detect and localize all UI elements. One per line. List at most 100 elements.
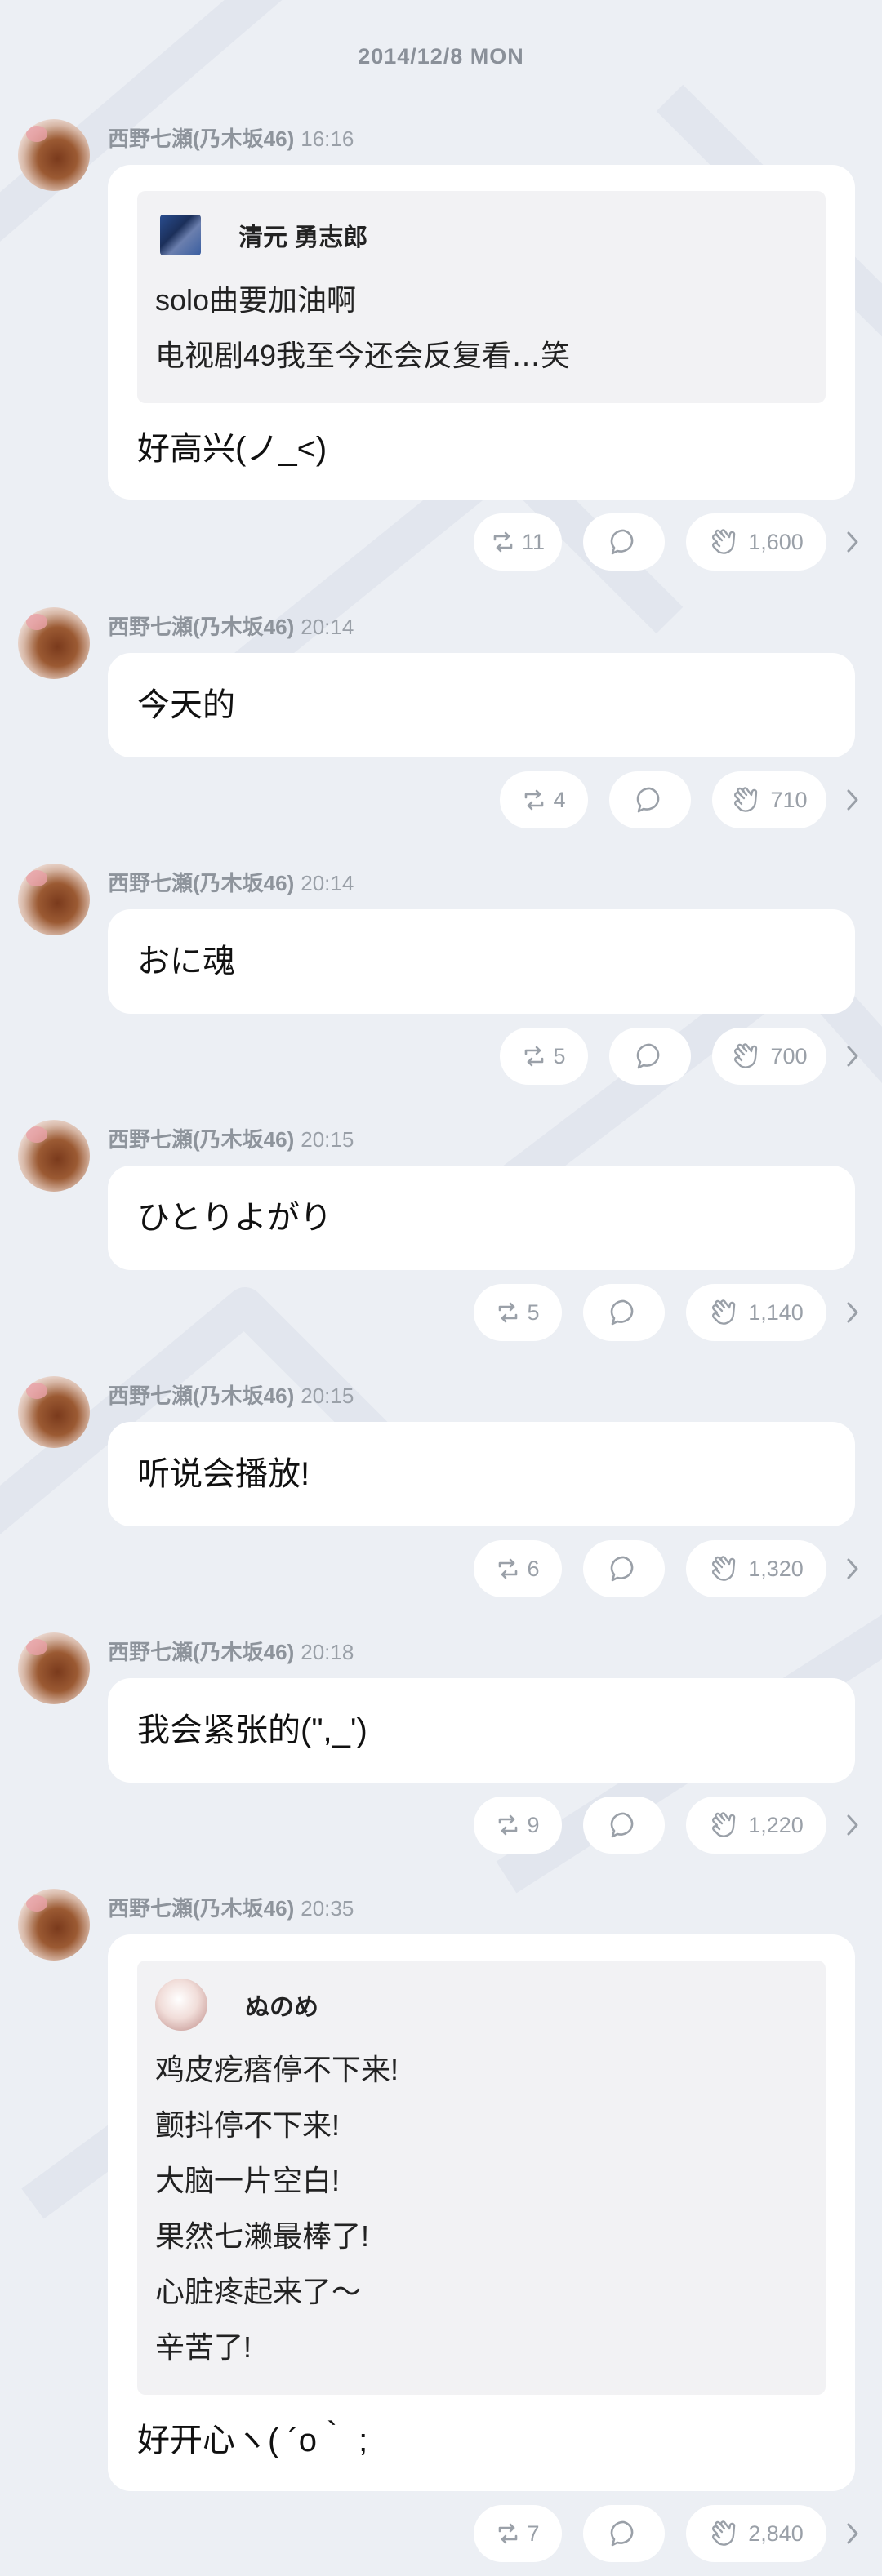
more-button[interactable]	[841, 1300, 864, 1325]
post-time: 20:35	[301, 1896, 354, 1921]
message-text: ひとりよがり	[137, 1200, 332, 1236]
comment-button[interactable]	[583, 2505, 665, 2562]
reply-author-name: 清元 勇志郎	[238, 224, 368, 251]
retweet-button[interactable]: 9	[474, 1797, 562, 1854]
avatar[interactable]	[18, 1889, 90, 1961]
retweet-icon	[499, 1558, 518, 1579]
retweet-button[interactable]: 5	[474, 1284, 562, 1341]
message-bubble: ぬのめ 鸡皮疙瘩停不下来! 颤抖停不下来! 大脑一片空白! 果然七濑最棒了! 心…	[108, 1934, 855, 2491]
message-bubble: 今天的	[108, 653, 855, 757]
more-button[interactable]	[841, 1557, 864, 1581]
clap-icon	[734, 1043, 758, 1068]
comment-button[interactable]	[583, 1797, 665, 1854]
author-line: 西野七瀬(乃木坂46) 20:15	[108, 1123, 354, 1153]
clap-button[interactable]: 2,840	[686, 2505, 826, 2562]
author-line: 西野七瀬(乃木坂46) 20:18	[108, 1636, 354, 1666]
message-post: 西野七瀬(乃木坂46) 20:15 ひとりよがり 5 1,140	[0, 1120, 882, 1355]
clap-button[interactable]: 1,220	[686, 1797, 826, 1854]
retweet-count: 6	[527, 1556, 540, 1581]
avatar[interactable]	[18, 1120, 90, 1192]
message-post: 西野七瀬(乃木坂46) 16:16 清元 勇志郎 solo曲要加油啊 电视剧49我…	[0, 119, 882, 584]
retweet-button[interactable]: 6	[474, 1540, 562, 1597]
clap-button[interactable]: 1,600	[686, 513, 826, 571]
more-button[interactable]	[841, 530, 864, 554]
avatar[interactable]	[18, 1632, 90, 1704]
author-line: 西野七瀬(乃木坂46) 20:14	[108, 611, 354, 641]
message-bubble: おに魂	[108, 909, 855, 1014]
retweet-button[interactable]: 11	[474, 513, 562, 571]
comment-icon	[636, 787, 660, 813]
clap-button[interactable]: 710	[712, 771, 826, 828]
avatar[interactable]	[18, 607, 90, 679]
chevron-right-icon	[847, 1814, 858, 1836]
comment-icon	[610, 2520, 634, 2547]
more-button[interactable]	[841, 2521, 864, 2546]
comment-button[interactable]	[583, 513, 665, 571]
reply-text-line: 辛苦了!	[155, 2330, 252, 2364]
retweet-icon	[499, 2523, 518, 2544]
post-time: 20:14	[301, 871, 354, 895]
retweet-icon	[499, 1814, 518, 1836]
retweet-icon	[525, 1046, 544, 1067]
avatar[interactable]	[18, 1376, 90, 1448]
comment-button[interactable]	[609, 771, 691, 828]
date-header: 2014/12/8 MON	[358, 44, 524, 69]
retweet-button[interactable]: 4	[500, 771, 588, 828]
retweet-icon	[525, 789, 544, 811]
avatar[interactable]	[18, 864, 90, 935]
author-name: 西野七瀬(乃木坂46)	[108, 1127, 295, 1152]
author-line: 西野七瀬(乃木坂46) 16:16	[108, 122, 354, 153]
action-bar: 6 1,320	[18, 1526, 882, 1611]
post-time: 20:15	[301, 1383, 354, 1408]
avatar[interactable]	[18, 119, 90, 191]
message-text: 好高兴(ノ_<)	[137, 431, 327, 467]
message-bubble: 清元 勇志郎 solo曲要加油啊 电视剧49我至今还会反复看…笑 好高兴(ノ_<…	[108, 165, 855, 500]
post-time: 16:16	[301, 127, 354, 151]
reply-text-line: 颤抖停不下来!	[155, 2108, 341, 2142]
clap-button[interactable]: 1,140	[686, 1284, 826, 1341]
message-text: 今天的	[137, 687, 235, 723]
retweet-icon	[499, 1302, 518, 1323]
author-name: 西野七瀬(乃木坂46)	[108, 1640, 295, 1664]
clap-count: 2,840	[748, 2520, 804, 2546]
reply-text-line: 鸡皮疙瘩停不下来!	[155, 2053, 399, 2086]
retweet-button[interactable]: 7	[474, 2505, 562, 2562]
action-bar: 9 1,220	[18, 1783, 882, 1868]
clap-button[interactable]: 1,320	[686, 1540, 826, 1597]
message-feed: 2014/12/8 MON 西野七瀬(乃木坂46) 16:16 清元 勇志郎 so…	[0, 0, 882, 2576]
more-button[interactable]	[841, 788, 864, 812]
post-time: 20:15	[301, 1127, 354, 1152]
message-post: 西野七瀬(乃木坂46) 20:35 ぬのめ 鸡皮疙瘩停不下来! 颤抖停不下来! 大…	[0, 1889, 882, 2576]
comment-icon	[610, 1812, 634, 1838]
comment-icon	[610, 1299, 634, 1326]
clap-count: 710	[770, 787, 808, 812]
quoted-reply[interactable]: ぬのめ 鸡皮疙瘩停不下来! 颤抖停不下来! 大脑一片空白! 果然七濑最棒了! 心…	[137, 1961, 826, 2395]
post-time: 20:14	[301, 615, 354, 639]
reply-avatar	[155, 1979, 207, 2031]
author-name: 西野七瀬(乃木坂46)	[108, 871, 295, 895]
reply-author-name: ぬのめ	[245, 1994, 318, 2021]
message-text: 听说会播放!	[137, 1456, 310, 1492]
more-button[interactable]	[841, 1813, 864, 1837]
author-name: 西野七瀬(乃木坂46)	[108, 615, 295, 639]
comment-button[interactable]	[583, 1540, 665, 1597]
clap-icon	[712, 1299, 736, 1325]
retweet-icon	[493, 531, 513, 553]
reply-text-line: 大脑一片空白!	[155, 2164, 341, 2197]
reply-text-line: 电视剧49我至今还会反复看…笑	[155, 339, 571, 372]
action-bar: 4 710	[18, 757, 882, 842]
comment-button[interactable]	[609, 1028, 691, 1085]
clap-icon	[712, 1556, 736, 1581]
clap-button[interactable]: 700	[712, 1028, 826, 1085]
author-name: 西野七瀬(乃木坂46)	[108, 1896, 295, 1921]
clap-icon	[712, 2520, 736, 2546]
retweet-button[interactable]: 5	[500, 1028, 588, 1085]
quoted-reply[interactable]: 清元 勇志郎 solo曲要加油啊 电视剧49我至今还会反复看…笑	[137, 191, 826, 403]
retweet-count: 11	[521, 529, 546, 554]
more-button[interactable]	[841, 1044, 864, 1068]
comment-button[interactable]	[583, 1284, 665, 1341]
clap-icon	[712, 1812, 736, 1837]
message-bubble: 听说会播放!	[108, 1422, 855, 1526]
chevron-right-icon	[847, 789, 858, 811]
author-name: 西野七瀬(乃木坂46)	[108, 127, 295, 151]
